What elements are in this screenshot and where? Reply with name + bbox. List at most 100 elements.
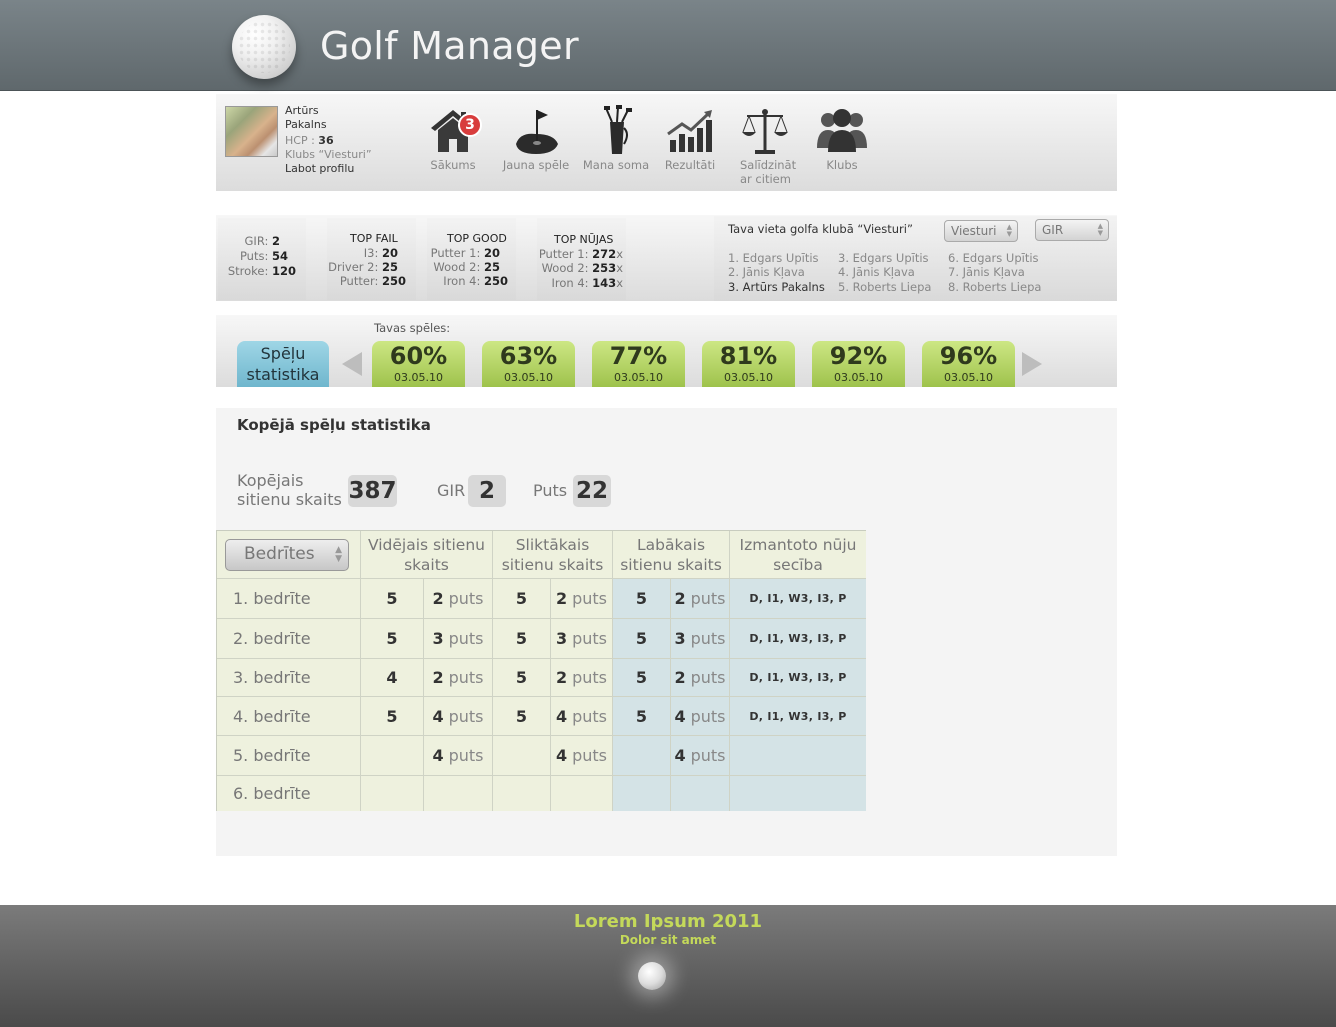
- worst-strokes-cell: 5: [493, 697, 551, 736]
- app-title: Golf Manager: [320, 24, 579, 68]
- game-card[interactable]: 81% 03.05.10: [702, 341, 795, 387]
- nav-item-home[interactable]: Sākums: [413, 104, 493, 172]
- game-card[interactable]: 60% 03.05.10: [372, 341, 465, 387]
- nav-item-my-bag[interactable]: Mana soma: [576, 104, 656, 172]
- nav-item-club[interactable]: Klubs: [802, 104, 882, 172]
- scales-icon: [742, 109, 788, 154]
- worst-puts-cell: 2 puts: [551, 579, 613, 619]
- game-card[interactable]: 92% 03.05.10: [812, 341, 905, 387]
- club-select[interactable]: Viesturi ▲ ▼: [944, 220, 1018, 242]
- holes-select[interactable]: Bedrītes ▲ ▼: [225, 539, 349, 571]
- best-puts-cell: [671, 776, 730, 811]
- avg-strokes-cell: [361, 776, 424, 811]
- hole-label-cell: 3. bedrīte: [217, 659, 361, 697]
- total-strokes-value: 387: [348, 475, 397, 507]
- tab-game-statistics[interactable]: Spēļu statistika: [237, 341, 329, 387]
- golf-bag-icon: [604, 105, 632, 154]
- club-sequence-cell: D, I1, W3, I3, P: [730, 579, 866, 619]
- footer-subtitle: Dolor sit amet: [619, 933, 717, 947]
- avg-strokes-cell: 5: [361, 619, 424, 659]
- best-puts-cell: 4 puts: [671, 697, 730, 736]
- nav-label-new-game: Jauna spēle: [502, 158, 570, 172]
- worst-strokes-cell: [493, 736, 551, 776]
- best-strokes-cell: 5: [613, 619, 671, 659]
- rank-entry: 8. Roberts Liepa: [948, 280, 1042, 294]
- hole-label-cell: 1. bedrīte: [217, 579, 361, 619]
- header-avg-strokes: Vidējais sitienu skaits: [361, 531, 493, 579]
- profile-hcp: HCP : 36: [285, 134, 334, 147]
- app-header: [0, 0, 1336, 91]
- nav-item-compare[interactable]: Salīdzināt ar citiem: [727, 104, 807, 186]
- people-icon: [817, 109, 867, 152]
- puts-value: 22: [573, 475, 611, 507]
- best-strokes-cell: [613, 776, 671, 811]
- nav-label-my-bag: Mana soma: [582, 158, 650, 172]
- rank-entry-current-user: 3. Artūrs Pakalns: [728, 280, 825, 294]
- select-arrows-icon: ▲ ▼: [335, 545, 342, 564]
- profile-last-name: Pakalns: [285, 118, 327, 131]
- prev-arrow-icon[interactable]: [342, 352, 362, 376]
- nav-label-home: Sākums: [430, 158, 476, 172]
- avg-puts-cell: 4 puts: [424, 736, 493, 776]
- club-rank-title: Tava vieta golfa klubā “Viesturi”: [728, 222, 913, 236]
- rank-entry: 2. Jānis Kļava: [728, 265, 805, 279]
- game-card[interactable]: 63% 03.05.10: [482, 341, 575, 387]
- puts-label: Puts: [533, 481, 568, 500]
- avg-puts-cell: 2 puts: [424, 579, 493, 619]
- best-puts-cell: 2 puts: [671, 579, 730, 619]
- top-clubs-title: TOP NŪJAS: [554, 233, 614, 246]
- best-puts-cell: 4 puts: [671, 736, 730, 776]
- overall-stats-title: Kopējā spēļu statistika: [237, 416, 431, 434]
- club-sequence-cell: D, I1, W3, I3, P: [730, 619, 866, 659]
- club-sequence-cell: [730, 736, 866, 776]
- header-worst-strokes: Sliktākais sitienu skaits: [493, 531, 613, 579]
- best-strokes-cell: 5: [613, 659, 671, 697]
- worst-puts-cell: 4 puts: [551, 697, 613, 736]
- game-card[interactable]: 96% 03.05.10: [922, 341, 1015, 387]
- best-strokes-cell: 5: [613, 579, 671, 619]
- rank-entry: 5. Roberts Liepa: [838, 280, 932, 294]
- rank-entry: 1. Edgars Upītis: [728, 251, 819, 265]
- total-strokes-label: Kopējais sitienu skaits: [237, 471, 342, 509]
- gir-label: GIR: [437, 481, 466, 500]
- hole-label-cell: 5. bedrīte: [217, 736, 361, 776]
- top-clubs-box: TOP NŪJAS Putter 1: 272x Wood 2: 253x Ir…: [537, 218, 626, 300]
- footer-title: Lorem Ipsum 2011: [573, 911, 763, 932]
- worst-puts-cell: 2 puts: [551, 659, 613, 697]
- next-arrow-icon[interactable]: [1022, 352, 1042, 376]
- top-fail-box: TOP FAIL I3: 20 Driver 2: 25 Putter: 250: [327, 218, 416, 300]
- best-strokes-cell: [613, 736, 671, 776]
- avg-puts-cell: [424, 776, 493, 811]
- metric-select[interactable]: GIR ▲ ▼: [1035, 219, 1109, 241]
- golf-ball-logo: [232, 15, 296, 79]
- worst-puts-cell: 4 puts: [551, 736, 613, 776]
- rank-entry: 7. Jānis Kļava: [948, 265, 1025, 279]
- worst-puts-cell: [551, 776, 613, 811]
- games-label: Tavas spēles:: [374, 321, 451, 335]
- edit-profile-link[interactable]: Labot profilu: [285, 162, 354, 176]
- club-sequence-cell: [730, 776, 866, 811]
- rank-entry: 4. Jānis Kļava: [838, 265, 915, 279]
- worst-strokes-cell: [493, 776, 551, 811]
- nav-label-club: Klubs: [826, 158, 858, 172]
- club-sequence-cell: D, I1, W3, I3, P: [730, 659, 866, 697]
- golf-ball-icon: [638, 962, 666, 990]
- nav-item-results[interactable]: Rezultāti: [650, 104, 730, 172]
- game-card[interactable]: 77% 03.05.10: [592, 341, 685, 387]
- avg-strokes-cell: 5: [361, 579, 424, 619]
- nav-item-new-game[interactable]: Jauna spēle: [496, 104, 576, 172]
- avatar[interactable]: [225, 106, 278, 157]
- avg-puts-cell: 4 puts: [424, 697, 493, 736]
- summary-box: GIR: 2 Puts: 54 Stroke: 120: [218, 218, 306, 300]
- worst-strokes-cell: 5: [493, 619, 551, 659]
- nav-label-results: Rezultāti: [664, 158, 716, 172]
- notification-badge: 3: [458, 113, 482, 137]
- top-fail-title: TOP FAIL: [350, 232, 398, 245]
- nav-label-compare: Salīdzināt ar citiem: [740, 158, 797, 186]
- worst-strokes-cell: 5: [493, 659, 551, 697]
- avg-puts-cell: 2 puts: [424, 659, 493, 697]
- holes-table: Vidējais sitienu skaits Sliktākais sitienu…: [216, 530, 866, 811]
- select-arrows-icon: ▲ ▼: [1097, 222, 1103, 237]
- header-best-strokes: Labākais sitienu skaits: [613, 531, 730, 579]
- top-good-box: TOP GOOD Putter 1: 20 Wood 2: 25 Iron 4:…: [427, 218, 516, 300]
